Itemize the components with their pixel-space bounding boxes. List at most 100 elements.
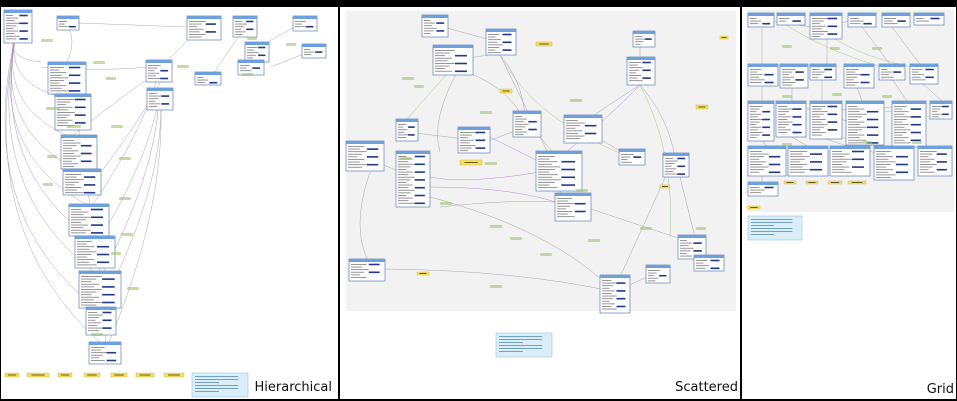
entity-table[interactable] xyxy=(909,63,939,85)
entity-table[interactable] xyxy=(847,12,877,28)
relationship-edge xyxy=(891,26,923,68)
scattered-diagram xyxy=(345,14,729,358)
entity-table[interactable] xyxy=(432,44,474,76)
description-note[interactable] xyxy=(747,215,803,241)
edge-label xyxy=(127,287,139,290)
entity-table[interactable] xyxy=(395,118,419,142)
entity-table[interactable] xyxy=(54,93,92,131)
edge-label xyxy=(46,107,60,110)
sticky-note[interactable] xyxy=(747,205,761,210)
entity-table[interactable] xyxy=(145,59,173,83)
sticky-note[interactable] xyxy=(827,180,843,185)
panel-hierarchical: Hierarchical xyxy=(1,7,338,399)
entity-table[interactable] xyxy=(485,28,517,56)
entity-table[interactable] xyxy=(779,63,809,89)
entity-table[interactable] xyxy=(881,12,911,28)
entity-table[interactable] xyxy=(809,12,843,40)
edge-label xyxy=(832,93,842,96)
entity-table[interactable] xyxy=(618,148,646,166)
entity-table[interactable] xyxy=(3,9,33,44)
sticky-note[interactable] xyxy=(57,372,73,378)
sticky-note[interactable] xyxy=(416,271,430,276)
entity-table[interactable] xyxy=(345,140,385,172)
entity-table[interactable] xyxy=(747,63,779,87)
sticky-note[interactable] xyxy=(535,41,553,47)
sticky-note[interactable] xyxy=(695,104,709,110)
entity-table[interactable] xyxy=(747,145,787,177)
sticky-note[interactable] xyxy=(719,35,729,40)
entity-table[interactable] xyxy=(421,14,449,38)
sticky-note[interactable] xyxy=(499,88,513,94)
edge-label xyxy=(121,233,133,236)
entity-table[interactable] xyxy=(68,203,110,237)
entity-table[interactable] xyxy=(809,100,843,140)
entity-table[interactable] xyxy=(645,264,671,284)
entity-table[interactable] xyxy=(292,15,318,32)
edge-label xyxy=(111,252,121,255)
sticky-note[interactable] xyxy=(110,372,128,378)
entity-table[interactable] xyxy=(244,41,270,63)
edge-label xyxy=(782,95,792,98)
entity-table[interactable] xyxy=(237,59,265,76)
entity-table[interactable] xyxy=(829,145,871,177)
entity-table[interactable] xyxy=(917,145,953,177)
entity-table[interactable] xyxy=(747,181,779,197)
entity-table[interactable] xyxy=(662,152,690,178)
sticky-note[interactable] xyxy=(783,180,797,185)
entity-table[interactable] xyxy=(47,61,87,95)
panel-label-hierarchical: Hierarchical xyxy=(254,380,332,395)
entity-table[interactable] xyxy=(599,274,631,314)
entity-table[interactable] xyxy=(776,12,806,26)
entity-table[interactable] xyxy=(146,87,174,111)
sticky-note[interactable] xyxy=(4,372,20,378)
entity-table[interactable] xyxy=(563,114,603,144)
sticky-note[interactable] xyxy=(659,184,671,189)
entity-table[interactable] xyxy=(74,235,116,269)
sticky-note[interactable] xyxy=(26,372,50,378)
entity-table[interactable] xyxy=(747,12,775,28)
entity-table[interactable] xyxy=(913,12,945,26)
relationship-edge xyxy=(856,86,863,102)
entity-table[interactable] xyxy=(809,63,837,81)
sticky-note[interactable] xyxy=(459,159,483,166)
entity-table[interactable] xyxy=(843,63,875,89)
entity-table[interactable] xyxy=(775,100,807,138)
entity-table[interactable] xyxy=(873,145,915,181)
entity-table[interactable] xyxy=(186,15,222,41)
description-note[interactable] xyxy=(495,332,553,358)
entity-table[interactable] xyxy=(693,254,725,272)
entity-table[interactable] xyxy=(457,126,491,154)
entity-table[interactable] xyxy=(747,100,775,142)
entity-table[interactable] xyxy=(62,168,102,196)
sticky-note[interactable] xyxy=(135,372,155,378)
sticky-note[interactable] xyxy=(805,180,819,185)
edge-label xyxy=(830,47,840,50)
entity-table[interactable] xyxy=(554,192,592,222)
entity-table[interactable] xyxy=(56,15,80,31)
entity-table[interactable] xyxy=(878,63,906,81)
entity-table[interactable] xyxy=(535,150,583,192)
entity-table[interactable] xyxy=(232,15,258,38)
entity-table[interactable] xyxy=(60,134,98,170)
entity-table[interactable] xyxy=(891,100,927,148)
entity-table[interactable] xyxy=(845,100,885,146)
entity-table[interactable] xyxy=(632,30,656,48)
relationship-edge xyxy=(439,201,556,208)
entity-table[interactable] xyxy=(626,56,656,86)
entity-table[interactable] xyxy=(301,43,327,59)
sticky-note[interactable] xyxy=(163,372,185,378)
description-note[interactable] xyxy=(191,372,249,398)
sticky-note[interactable] xyxy=(847,180,867,185)
entity-table[interactable] xyxy=(78,270,122,309)
grid-diagram xyxy=(747,12,953,241)
entity-table[interactable] xyxy=(85,306,117,336)
entity-table[interactable] xyxy=(348,258,386,282)
entity-table[interactable] xyxy=(88,341,122,365)
entity-table[interactable] xyxy=(929,100,953,120)
entity-table[interactable] xyxy=(512,110,542,138)
entity-table[interactable] xyxy=(194,71,222,86)
sticky-note[interactable] xyxy=(83,372,101,378)
entity-table[interactable] xyxy=(787,145,829,177)
panel-label-scattered: Scattered xyxy=(675,380,738,395)
edge-label xyxy=(640,227,652,230)
